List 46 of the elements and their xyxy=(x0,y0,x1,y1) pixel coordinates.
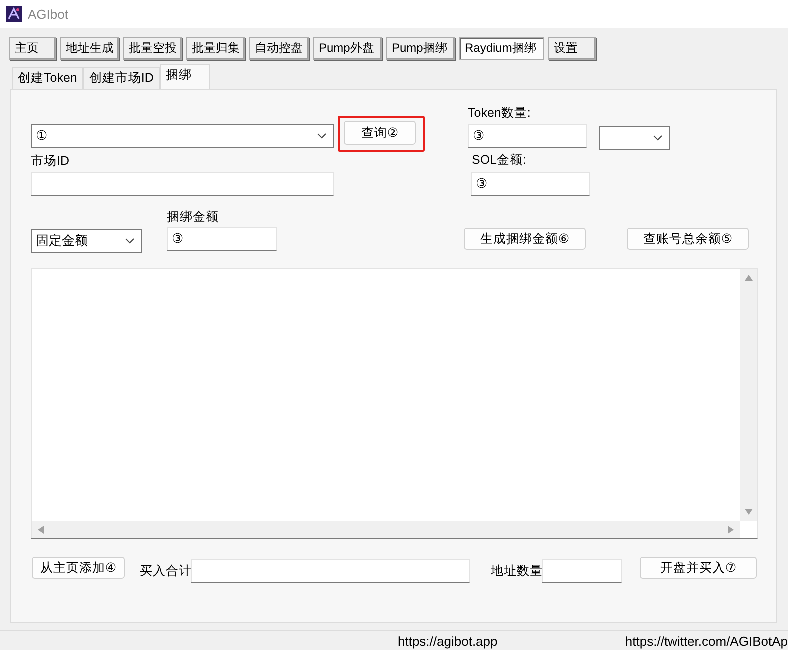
status-link[interactable]: https://agibot.app xyxy=(398,634,498,649)
field-label: 地址数量 xyxy=(491,563,543,580)
input-field[interactable]: ③ xyxy=(468,124,587,148)
status-link[interactable]: https://twitter.com/AGIBotAp xyxy=(625,634,788,649)
input-field[interactable]: ③ xyxy=(471,172,590,196)
input-field[interactable] xyxy=(542,559,622,583)
nav-button[interactable]: 主页 xyxy=(9,37,56,60)
scroll-right-arrow-icon[interactable] xyxy=(728,526,734,534)
text-area[interactable] xyxy=(31,268,758,539)
chevron-down-icon xyxy=(653,135,663,141)
scroll-down-arrow-icon[interactable] xyxy=(744,509,752,515)
nav-button[interactable]: 批量归集 xyxy=(186,37,245,60)
chevron-down-icon xyxy=(125,238,135,244)
nav-button[interactable]: 地址生成 xyxy=(60,37,119,60)
field-label: 买入合计 xyxy=(140,563,192,580)
action-button[interactable]: 查询② xyxy=(344,121,416,145)
chevron-down-icon xyxy=(317,133,327,139)
vertical-scrollbar[interactable] xyxy=(740,269,757,521)
nav-button[interactable]: 批量空投 xyxy=(123,37,182,60)
window-title: AGIbot xyxy=(28,6,68,22)
scroll-up-arrow-icon[interactable] xyxy=(744,275,752,281)
input-field[interactable]: ③ xyxy=(167,227,277,251)
nav-button[interactable]: 自动控盘 xyxy=(249,37,309,60)
dropdown[interactable]: ① xyxy=(31,124,334,148)
action-button[interactable]: 开盘并买入⑦ xyxy=(640,557,757,579)
nav-button[interactable]: Pump捆绑 xyxy=(386,37,455,60)
action-button[interactable]: 从主页添加④ xyxy=(32,557,125,579)
input-field[interactable] xyxy=(31,172,334,196)
tab[interactable]: 捆绑 xyxy=(160,64,210,89)
app-icon xyxy=(6,6,22,22)
field-label: 市场ID xyxy=(31,153,70,170)
action-button[interactable]: 查账号总余额⑤ xyxy=(627,228,749,250)
scroll-left-arrow-icon[interactable] xyxy=(38,526,44,534)
field-label: SOL金额: xyxy=(472,152,526,169)
tab[interactable]: 创建市场ID xyxy=(83,67,160,89)
field-label: Token数量: xyxy=(468,105,531,122)
input-field[interactable] xyxy=(191,559,470,583)
field-label: 捆绑金额 xyxy=(167,209,219,226)
nav-button[interactable]: Raydium捆绑 xyxy=(459,37,544,60)
action-button[interactable]: 生成捆绑金额⑥ xyxy=(464,228,586,250)
nav-button[interactable]: 设置 xyxy=(548,37,596,60)
dropdown[interactable] xyxy=(599,126,670,150)
nav-button[interactable]: Pump外盘 xyxy=(313,37,382,60)
tab[interactable]: 创建Token xyxy=(12,67,84,89)
horizontal-scrollbar[interactable] xyxy=(32,521,740,538)
dropdown[interactable]: 固定金额 xyxy=(31,229,142,253)
